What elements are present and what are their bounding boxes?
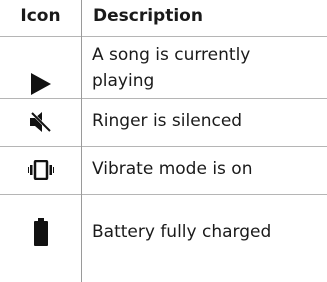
header-divider [0,36,327,37]
battery-full-icon [0,214,81,250]
header-icon: Icon [20,6,61,26]
row-divider [0,194,327,195]
row-description: Battery fully charged [92,222,272,242]
header-description: Description [93,6,203,26]
row-description: Vibrate mode is on [92,159,253,179]
row-description: Ringer is silenced [92,111,243,131]
column-divider [81,0,82,282]
vibrate-icon [0,147,81,193]
row-description: A song is currently playing [92,45,251,91]
ringer-silenced-icon [0,99,81,145]
